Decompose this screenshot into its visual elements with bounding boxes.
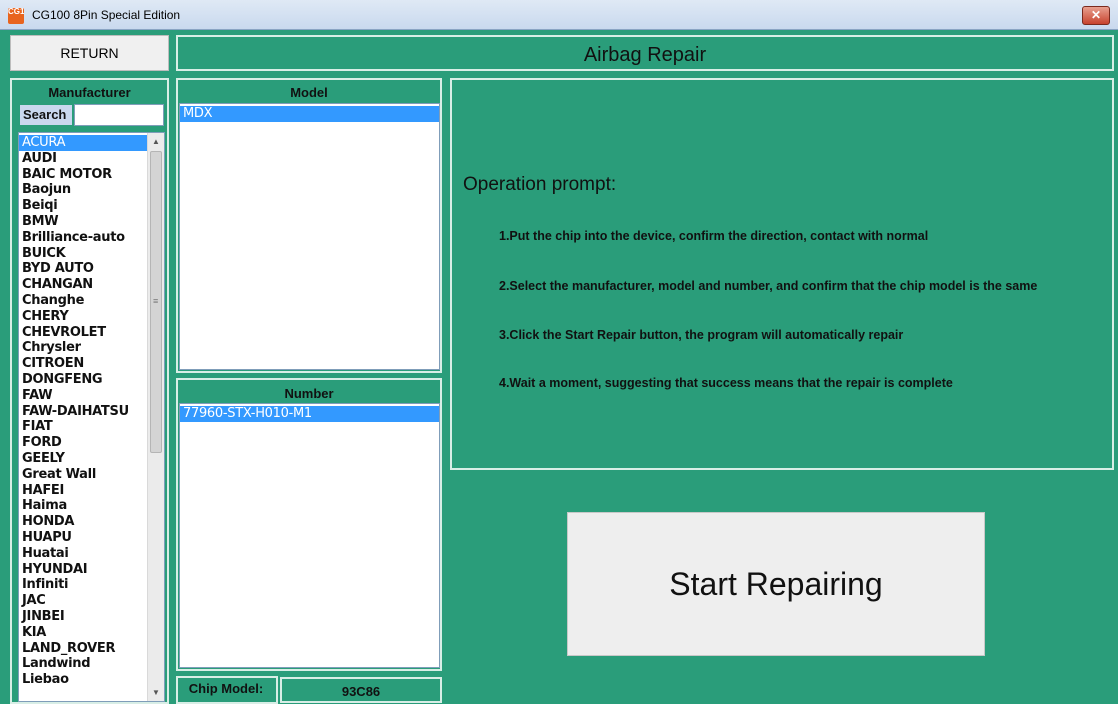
model-items: MDX [180, 106, 439, 122]
scroll-down-icon[interactable]: ▼ [148, 684, 164, 701]
list-item[interactable]: BAIC MOTOR [19, 167, 147, 183]
chip-value-box: 93C86 [280, 677, 442, 703]
list-item[interactable]: Great Wall [19, 467, 147, 483]
search-label: Search [20, 105, 72, 125]
start-repairing-button[interactable]: Start Repairing [567, 512, 985, 656]
list-item[interactable]: MDX [180, 106, 439, 122]
list-item[interactable]: KIA [19, 625, 147, 641]
list-item[interactable]: GEELY [19, 451, 147, 467]
list-item[interactable]: Landwind [19, 656, 147, 672]
return-button[interactable]: RETURN [10, 35, 169, 71]
manufacturer-items: ACURA AUDI BAIC MOTOR Baojun Beiqi BMW Brillia… [19, 135, 147, 688]
window-titlebar: CG100 CG100 8Pin Special Edition ✕ [0, 0, 1118, 30]
list-item[interactable]: FIAT [19, 419, 147, 435]
list-item[interactable]: FAW-DAIHATSU [19, 404, 147, 420]
close-button[interactable]: ✕ [1082, 6, 1110, 25]
list-item[interactable]: Beiqi [19, 198, 147, 214]
number-list[interactable]: 77960-STX-H010-M1 [179, 403, 440, 668]
prompt-step-3: 3.Click the Start Repair button, the pro… [499, 328, 904, 342]
page-title: Airbag Repair [583, 44, 707, 66]
list-item[interactable]: Chrysler [19, 340, 147, 356]
list-item[interactable]: AUDI [19, 151, 147, 167]
app-logo-icon: CG100 [8, 8, 24, 24]
list-item[interactable]: Baojun [19, 182, 147, 198]
prompt-step-1: 1.Put the chip into the device, confirm … [499, 229, 929, 243]
list-item[interactable]: JAC [19, 593, 147, 609]
list-item[interactable]: DONGFENG [19, 372, 147, 388]
list-item[interactable]: BUICK [19, 246, 147, 262]
list-item[interactable]: CHANGAN [19, 277, 147, 293]
grip-icon: ≡ [153, 296, 159, 306]
number-title: Number [284, 386, 334, 401]
search-input[interactable] [74, 104, 164, 126]
list-item[interactable]: HAFEI [19, 483, 147, 499]
operation-prompt-title: Operation prompt: [463, 174, 617, 195]
list-item[interactable]: ACURA [19, 135, 147, 151]
model-title: Model [290, 85, 328, 100]
list-item[interactable]: Huatai [19, 546, 147, 562]
list-item[interactable]: CHERY [19, 309, 147, 325]
window-title: CG100 8Pin Special Edition [32, 8, 181, 22]
list-item[interactable]: Liebao [19, 672, 147, 688]
list-item[interactable]: JINBEI [19, 609, 147, 625]
list-item[interactable]: HONDA [19, 514, 147, 530]
manufacturer-scrollbar[interactable]: ▲ ≡ ▼ [147, 133, 164, 701]
list-item[interactable]: FAW [19, 388, 147, 404]
scroll-thumb[interactable]: ≡ [150, 151, 162, 453]
page-header: Airbag Repair [176, 35, 1114, 71]
list-item[interactable]: BMW [19, 214, 147, 230]
operation-prompt-panel [450, 78, 1114, 470]
prompt-step-2: 2.Select the manufacturer, model and num… [499, 279, 1038, 293]
list-item[interactable]: CHEVROLET [19, 325, 147, 341]
chip-model-label: Chip Model: [188, 681, 264, 696]
list-item[interactable]: 77960-STX-H010-M1 [180, 406, 439, 422]
list-item[interactable]: LAND_ROVER [19, 641, 147, 657]
manufacturer-list[interactable]: ACURA AUDI BAIC MOTOR Baojun Beiqi BMW Brillia… [18, 132, 165, 702]
manufacturer-title: Manufacturer [48, 85, 131, 100]
list-item[interactable]: Infiniti [19, 577, 147, 593]
list-item[interactable]: Haima [19, 498, 147, 514]
list-item[interactable]: CITROEN [19, 356, 147, 372]
number-items: 77960-STX-H010-M1 [180, 406, 439, 422]
list-item[interactable]: Brilliance-auto [19, 230, 147, 246]
list-item[interactable]: FORD [19, 435, 147, 451]
scroll-up-icon[interactable]: ▲ [148, 133, 164, 150]
list-item[interactable]: BYD AUTO [19, 261, 147, 277]
list-item[interactable]: HYUNDAI [19, 562, 147, 578]
list-item[interactable]: HUAPU [19, 530, 147, 546]
close-icon: ✕ [1090, 8, 1102, 22]
model-list[interactable]: MDX [179, 103, 440, 370]
prompt-step-4: 4.Wait a moment, suggesting that success… [499, 376, 953, 390]
chip-model-value: 93C86 [341, 684, 381, 699]
list-item[interactable]: Changhe [19, 293, 147, 309]
